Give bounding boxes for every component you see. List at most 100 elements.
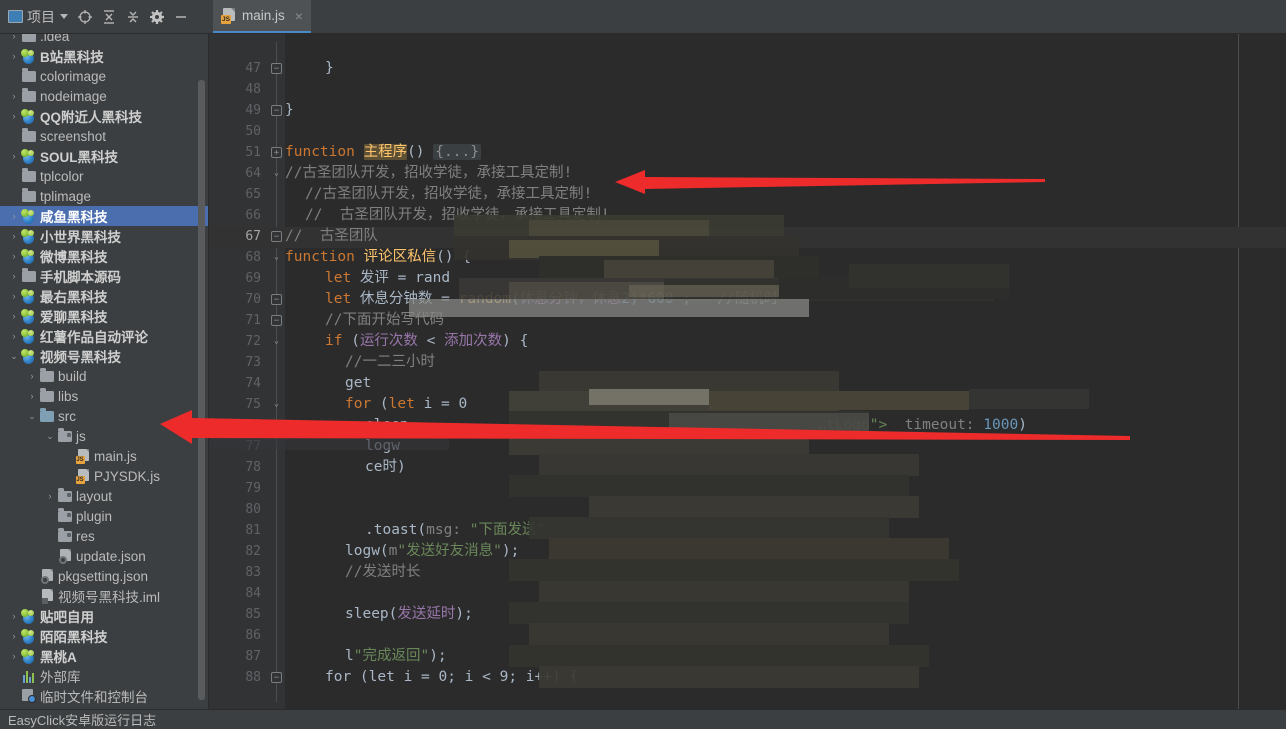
expand-all-icon[interactable] — [122, 6, 144, 28]
locate-icon[interactable] — [74, 6, 96, 28]
tree-item-25[interactable]: › res — [0, 526, 208, 546]
line-number: 70 — [245, 292, 261, 307]
fold-handle-51[interactable]: + — [271, 147, 282, 158]
fold-handle-67[interactable]: − — [271, 231, 282, 242]
tree-item-0[interactable]: › .idea — [0, 34, 208, 46]
tree-item-7[interactable]: › tplcolor — [0, 166, 208, 186]
tree-item-8[interactable]: › tplimage — [0, 186, 208, 206]
source-folder-icon — [39, 407, 54, 422]
chevron-right-icon[interactable]: › — [44, 491, 56, 501]
chevron-right-icon[interactable]: › — [8, 111, 20, 121]
fold-handle-88[interactable]: − — [271, 672, 282, 683]
tree-item-4[interactable]: › QQ附近人黑科技 — [0, 106, 208, 126]
tree-item-5[interactable]: › screenshot — [0, 126, 208, 146]
chevron-right-icon[interactable]: › — [8, 671, 20, 681]
chevron-right-icon[interactable]: › — [44, 551, 56, 561]
tree-scrollbar[interactable] — [198, 80, 205, 700]
chevron-right-icon[interactable]: › — [8, 691, 20, 701]
tree-item-16[interactable]: ⌄ 视频号黑科技 — [0, 346, 208, 366]
tree-item-30[interactable]: › 陌陌黑科技 — [0, 626, 208, 646]
chevron-right-icon[interactable]: › — [26, 391, 38, 401]
fold-handle-71[interactable]: − — [271, 315, 282, 326]
chevron-right-icon[interactable]: › — [8, 131, 20, 141]
project-dropdown[interactable]: 项目 — [8, 7, 68, 27]
tree-item-24[interactable]: › plugin — [0, 506, 208, 526]
chevron-right-icon[interactable]: › — [26, 371, 38, 381]
project-tree-panel[interactable]: › .idea › B站黑科技 › colorimage › nodeimage › QQ附近人黑… — [0, 34, 209, 709]
chevron-right-icon[interactable]: › — [8, 151, 20, 161]
chevron-right-icon[interactable]: › — [62, 471, 74, 481]
fold-handles[interactable]: − − + ⌄ − ⌄ − − ⌄ ⌄ − — [269, 34, 285, 709]
line-number: 49 — [245, 103, 261, 118]
close-icon[interactable]: × — [295, 9, 303, 23]
chevron-down-icon[interactable]: ⌄ — [8, 351, 20, 362]
tree-item-29[interactable]: › 贴吧自用 — [0, 606, 208, 626]
chevron-right-icon[interactable]: › — [8, 71, 20, 81]
tree-item-32[interactable]: › 外部库 — [0, 666, 208, 686]
tab-main-js[interactable]: JS main.js × — [213, 0, 311, 33]
chevron-right-icon[interactable]: › — [8, 34, 20, 41]
tree-item-31[interactable]: › 黑桃A — [0, 646, 208, 666]
chevron-right-icon[interactable]: › — [8, 311, 20, 321]
tree-item-14[interactable]: › 爱聊黑科技 — [0, 306, 208, 326]
fold-handle-49[interactable]: − — [271, 105, 282, 116]
tree-item-label: B站黑科技 — [40, 50, 104, 65]
chevron-right-icon[interactable]: › — [8, 211, 20, 221]
chevron-right-icon[interactable]: › — [26, 571, 38, 581]
tree-item-13[interactable]: › 最右黑科技 — [0, 286, 208, 306]
chevron-right-icon[interactable]: › — [8, 271, 20, 281]
code-content[interactable]: }} function 主程序() {...} //古圣团队开发，招收学徒，承接工具… — [285, 34, 1286, 709]
chevron-right-icon[interactable]: › — [8, 91, 20, 101]
chevron-right-icon[interactable]: › — [8, 191, 20, 201]
fold-handle-68[interactable]: ⌄ — [271, 252, 282, 263]
tree-item-15[interactable]: › 红薯作品自动评论 — [0, 326, 208, 346]
fold-handle-75[interactable]: ⌄ — [271, 399, 282, 410]
chevron-right-icon[interactable]: › — [8, 171, 20, 181]
tree-item-3[interactable]: › nodeimage — [0, 86, 208, 106]
tree-item-19[interactable]: ⌄ src — [0, 406, 208, 426]
fold-handle-70[interactable]: − — [271, 294, 282, 305]
tree-item-23[interactable]: › layout — [0, 486, 208, 506]
tree-item-label: 手机脚本源码 — [40, 270, 121, 285]
tree-item-6[interactable]: › SOUL黑科技 — [0, 146, 208, 166]
chevron-right-icon[interactable]: › — [8, 611, 20, 621]
chevron-right-icon[interactable]: › — [8, 51, 20, 61]
tree-item-27[interactable]: › pkgsetting.json — [0, 566, 208, 586]
chevron-right-icon[interactable]: › — [8, 231, 20, 241]
tree-item-12[interactable]: › 手机脚本源码 — [0, 266, 208, 286]
hide-panel-icon[interactable] — [170, 6, 192, 28]
chevron-right-icon[interactable]: › — [44, 511, 56, 521]
code-editor[interactable]: }} function 主程序() {...} //古圣团队开发，招收学徒，承接工具… — [209, 34, 1286, 709]
tree-item-2[interactable]: › colorimage — [0, 66, 208, 86]
chevron-right-icon[interactable]: › — [26, 591, 38, 601]
chevron-right-icon[interactable]: › — [8, 251, 20, 261]
fold-handle-72[interactable]: ⌄ — [271, 336, 282, 347]
settings-gear-icon[interactable] — [146, 6, 168, 28]
tree-item-11[interactable]: › 微博黑科技 — [0, 246, 208, 266]
fold-handle-64[interactable]: ⌄ — [271, 168, 282, 179]
tree-item-9[interactable]: › 咸鱼黑科技 — [0, 206, 208, 226]
tree-item-28[interactable]: › 视频号黑科技.iml — [0, 586, 208, 606]
tree-item-21[interactable]: ›JSmain.js — [0, 446, 208, 466]
chevron-down-icon[interactable]: ⌄ — [26, 411, 38, 422]
tree-item-10[interactable]: › 小世界黑科技 — [0, 226, 208, 246]
tree-item-1[interactable]: › B站黑科技 — [0, 46, 208, 66]
tree-item-18[interactable]: › libs — [0, 386, 208, 406]
chevron-right-icon[interactable]: › — [8, 651, 20, 661]
tree-item-33[interactable]: › 临时文件和控制台 — [0, 686, 208, 706]
chevron-right-icon[interactable]: › — [44, 531, 56, 541]
chevron-right-icon[interactable]: › — [8, 331, 20, 341]
chevron-right-icon[interactable]: › — [8, 291, 20, 301]
tree-item-26[interactable]: › update.json — [0, 546, 208, 566]
tree-item-label: 外部库 — [40, 670, 81, 685]
collapse-all-icon[interactable] — [98, 6, 120, 28]
tree-item-22[interactable]: ›JSPJYSDK.js — [0, 466, 208, 486]
tab-label: main.js — [242, 8, 285, 23]
tree-item-17[interactable]: › build — [0, 366, 208, 386]
status-bar[interactable]: EasyClick安卓版运行日志 — [0, 709, 1286, 729]
tree-item-20[interactable]: ⌄ js — [0, 426, 208, 446]
fold-handle-47[interactable]: − — [271, 63, 282, 74]
chevron-right-icon[interactable]: › — [8, 631, 20, 641]
chevron-down-icon[interactable]: ⌄ — [44, 431, 56, 442]
chevron-right-icon[interactable]: › — [62, 451, 74, 461]
